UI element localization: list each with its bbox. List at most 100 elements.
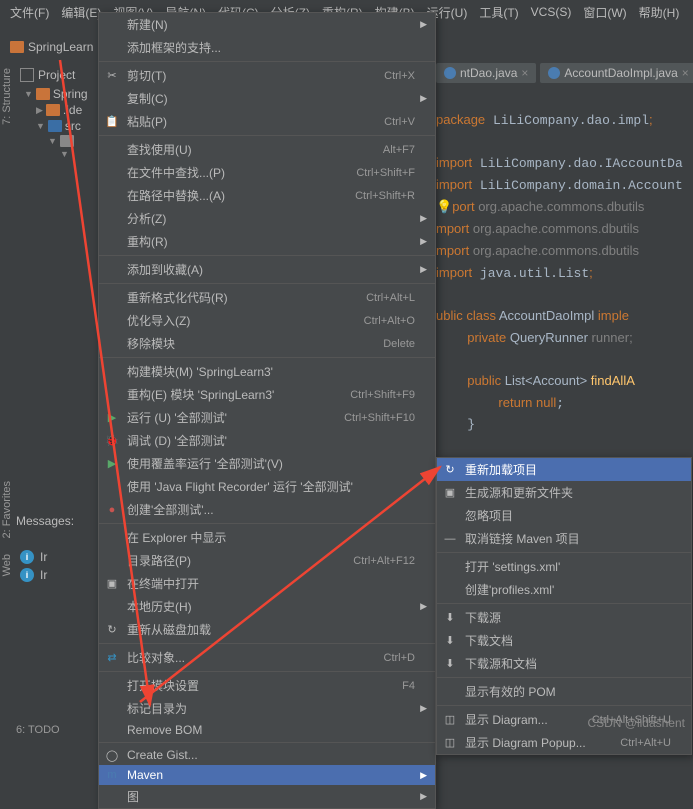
context-menu-item[interactable]: 重构(R)▶ [99, 230, 435, 253]
tree-root[interactable]: ▼Spring [24, 86, 96, 102]
menu-shortcut: F4 [402, 680, 415, 692]
menu-item-label: 添加框架的支持... [127, 39, 221, 56]
context-menu-item[interactable]: Remove BOM [99, 720, 435, 740]
menu-item-label: 本地历史(H) [127, 598, 192, 615]
context-menu-item[interactable]: 本地历史(H)▶ [99, 595, 435, 618]
editor-code[interactable]: package package LiLiCompany.dao.impl;LiL… [436, 88, 683, 500]
context-menu-item[interactable]: mMaven▶ [99, 765, 435, 785]
close-icon[interactable]: × [521, 66, 528, 80]
maven-submenu-item[interactable]: ◫显示 Diagram Popup...Ctrl+Alt+U [437, 731, 691, 754]
folder-icon [46, 104, 60, 116]
context-menu-item[interactable]: 分析(Z)▶ [99, 207, 435, 230]
menu-vcs[interactable]: VCS(S) [525, 3, 578, 21]
context-menu-item[interactable]: 🐞调试 (D) '全部测试' [99, 429, 435, 452]
menu-window[interactable]: 窗口(W) [577, 2, 632, 23]
context-menu-item[interactable]: ●创建'全部测试'... [99, 498, 435, 521]
maven-submenu-item[interactable]: ⬇下载源 [437, 606, 691, 629]
maven-submenu-item[interactable]: ⬇下载文档 [437, 629, 691, 652]
submenu-arrow-icon: ▶ [420, 213, 427, 224]
menu-item-label: Create Gist... [127, 748, 198, 762]
menu-item-icon: ⬇ [443, 611, 457, 625]
context-menu-item[interactable]: 重构(E) 模块 'SpringLearn3'Ctrl+Shift+F9 [99, 383, 435, 406]
tree-node-ide[interactable]: ▶.ide [24, 102, 96, 118]
submenu-arrow-icon: ▶ [420, 264, 427, 275]
context-menu-item[interactable]: 在 Explorer 中显示 [99, 526, 435, 549]
context-menu-item[interactable]: 使用 'Java Flight Recorder' 运行 '全部测试' [99, 475, 435, 498]
messages-panel: Messages: iIr iIr [16, 514, 87, 584]
message-row[interactable]: iIr [16, 548, 87, 566]
editor-tab[interactable]: AccountDaoImpl.java× [540, 63, 693, 83]
project-header[interactable]: Project [16, 64, 96, 86]
message-row[interactable]: iIr [16, 566, 87, 584]
bottom-todo[interactable]: 6: TODO [16, 724, 60, 736]
menu-item-icon: 📋 [105, 115, 119, 129]
menu-item-icon: ◯ [105, 748, 119, 762]
submenu-arrow-icon: ▶ [420, 19, 427, 30]
project-icon [20, 68, 34, 82]
editor-tab[interactable]: ntDao.java× [436, 63, 536, 83]
menu-help[interactable]: 帮助(H) [633, 2, 686, 23]
menu-item-label: 创建'profiles.xml' [465, 581, 554, 598]
menu-item-label: 打开模块设置 [127, 677, 199, 694]
maven-submenu-item[interactable]: 创建'profiles.xml' [437, 578, 691, 601]
breadcrumb-text: SpringLearn [28, 40, 93, 54]
menu-item-label: Remove BOM [127, 723, 202, 737]
context-menu-item[interactable]: ▶使用覆盖率运行 '全部测试'(V) [99, 452, 435, 475]
breadcrumb: SpringLearn [10, 40, 93, 54]
close-icon[interactable]: × [682, 66, 689, 80]
menu-item-icon: m [105, 768, 119, 782]
menu-item-label: 标记目录为 [127, 700, 187, 717]
context-menu-item[interactable]: 查找使用(U)Alt+F7 [99, 138, 435, 161]
context-menu-item[interactable]: ✂剪切(T)Ctrl+X [99, 64, 435, 87]
context-menu-item[interactable]: 移除模块Delete [99, 332, 435, 355]
menu-item-label: 运行 (U) '全部测试' [127, 409, 227, 426]
maven-submenu-item[interactable]: 忽略项目 [437, 504, 691, 527]
context-menu-item[interactable]: 重新格式化代码(R)Ctrl+Alt+L [99, 286, 435, 309]
menu-shortcut: Ctrl+Alt+U [620, 737, 671, 749]
context-menu-item[interactable]: 添加到收藏(A)▶ [99, 258, 435, 281]
maven-submenu-item[interactable]: ▣生成源和更新文件夹 [437, 481, 691, 504]
menu-item-label: 优化导入(Z) [127, 312, 190, 329]
context-menu-item[interactable]: 目录路径(P)Ctrl+Alt+F12 [99, 549, 435, 572]
side-tab-web[interactable]: Web [0, 546, 14, 584]
menu-tools[interactable]: 工具(T) [473, 2, 524, 23]
context-menu-item[interactable]: ▣在终端中打开 [99, 572, 435, 595]
menu-item-label: 重构(R) [127, 233, 168, 250]
context-menu-item[interactable]: ⇄比较对象...Ctrl+D [99, 646, 435, 669]
context-menu-item[interactable]: ↻重新从磁盘加载 [99, 618, 435, 641]
context-menu-item[interactable]: 打开模块设置 F4 [99, 674, 435, 697]
maven-submenu-item[interactable]: 显示有效的 POM [437, 680, 691, 703]
menu-item-label: 创建'全部测试'... [127, 501, 214, 518]
context-menu-item[interactable]: 在路径中替换...(A)Ctrl+Shift+R [99, 184, 435, 207]
menu-item-icon: — [443, 532, 457, 546]
maven-submenu-item[interactable]: ↻重新加载项目 [437, 458, 691, 481]
menu-item-icon: ⬇ [443, 634, 457, 648]
context-menu-item[interactable]: 图▶ [99, 785, 435, 808]
tree-node[interactable]: ▼ [24, 134, 96, 148]
menu-item-label: 在路径中替换...(A) [127, 187, 225, 204]
menu-shortcut: Ctrl+V [384, 116, 415, 128]
context-menu-item[interactable]: 📋粘贴(P)Ctrl+V [99, 110, 435, 133]
context-menu-item[interactable]: 新建(N)▶ [99, 13, 435, 36]
context-menu-item[interactable]: ▶运行 (U) '全部测试'Ctrl+Shift+F10 [99, 406, 435, 429]
menu-item-label: 复制(C) [127, 90, 168, 107]
maven-submenu-item[interactable]: —取消链接 Maven 项目 [437, 527, 691, 550]
menu-shortcut: Ctrl+Alt+F12 [353, 555, 415, 567]
tree-node-src[interactable]: ▼src [24, 118, 96, 134]
menu-file[interactable]: 文件(F) [4, 2, 55, 23]
maven-submenu-item[interactable]: ⬇下载源和文档 [437, 652, 691, 675]
submenu-arrow-icon: ▶ [420, 93, 427, 104]
tree-node[interactable]: ▼ [24, 148, 96, 160]
context-menu-item[interactable]: 标记目录为▶ [99, 697, 435, 720]
context-menu-item[interactable]: 复制(C) ▶ [99, 87, 435, 110]
menu-item-label: 下载源和文档 [465, 655, 537, 672]
context-menu-item[interactable]: 优化导入(Z)Ctrl+Alt+O [99, 309, 435, 332]
context-menu-item[interactable]: 构建模块(M) 'SpringLearn3' [99, 360, 435, 383]
context-menu-item[interactable]: 添加框架的支持... [99, 36, 435, 59]
editor-tabs: ntDao.java× AccountDaoImpl.java× [436, 63, 693, 83]
side-tab-structure[interactable]: 7: Structure [0, 60, 14, 133]
context-menu-item[interactable]: ◯ Create Gist... [99, 745, 435, 765]
side-tab-favorites[interactable]: 2: Favorites [0, 473, 14, 546]
maven-submenu-item[interactable]: 打开 'settings.xml' [437, 555, 691, 578]
context-menu-item[interactable]: 在文件中查找...(P)Ctrl+Shift+F [99, 161, 435, 184]
